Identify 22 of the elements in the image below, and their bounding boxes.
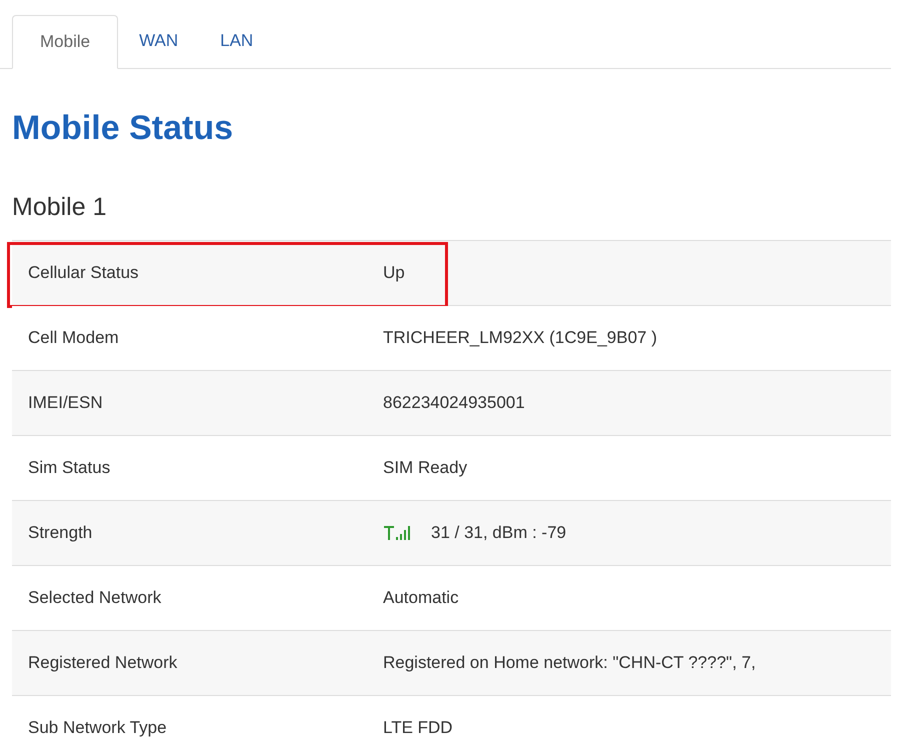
field-label: Sim Status: [27, 458, 112, 478]
field-value: Up: [383, 263, 405, 283]
tab[interactable]: Mobile: [12, 15, 118, 69]
field-value: LTE FDD: [383, 718, 453, 738]
signal-strength-icon: [383, 524, 413, 542]
field-label: Registered Network: [27, 653, 178, 673]
field-label: Selected Network: [27, 588, 162, 608]
page-heading: Mobile Status: [12, 111, 234, 145]
field-value: SIM Ready: [383, 458, 468, 478]
tab[interactable]: WAN: [118, 14, 200, 68]
field-value: 31 / 31, dBm : -79: [431, 523, 566, 543]
field-value: 862234024935001: [383, 393, 525, 413]
field-label: Sub Network Type: [27, 718, 168, 738]
tab[interactable]: LAN: [199, 14, 274, 68]
field-value: Automatic: [383, 588, 459, 608]
field-value: Registered on Home network: "CHN-CT ????", 7,: [383, 653, 756, 673]
field-value: TRICHEER_LM92XX (1C9E_9B07 ): [383, 328, 658, 348]
field-label: Strength: [27, 523, 94, 543]
field-label: Cell Modem: [27, 328, 120, 348]
field-label: IMEI/ESN: [27, 393, 104, 413]
field-label: Cellular Status: [27, 263, 140, 283]
section-heading: Mobile 1: [12, 195, 108, 220]
